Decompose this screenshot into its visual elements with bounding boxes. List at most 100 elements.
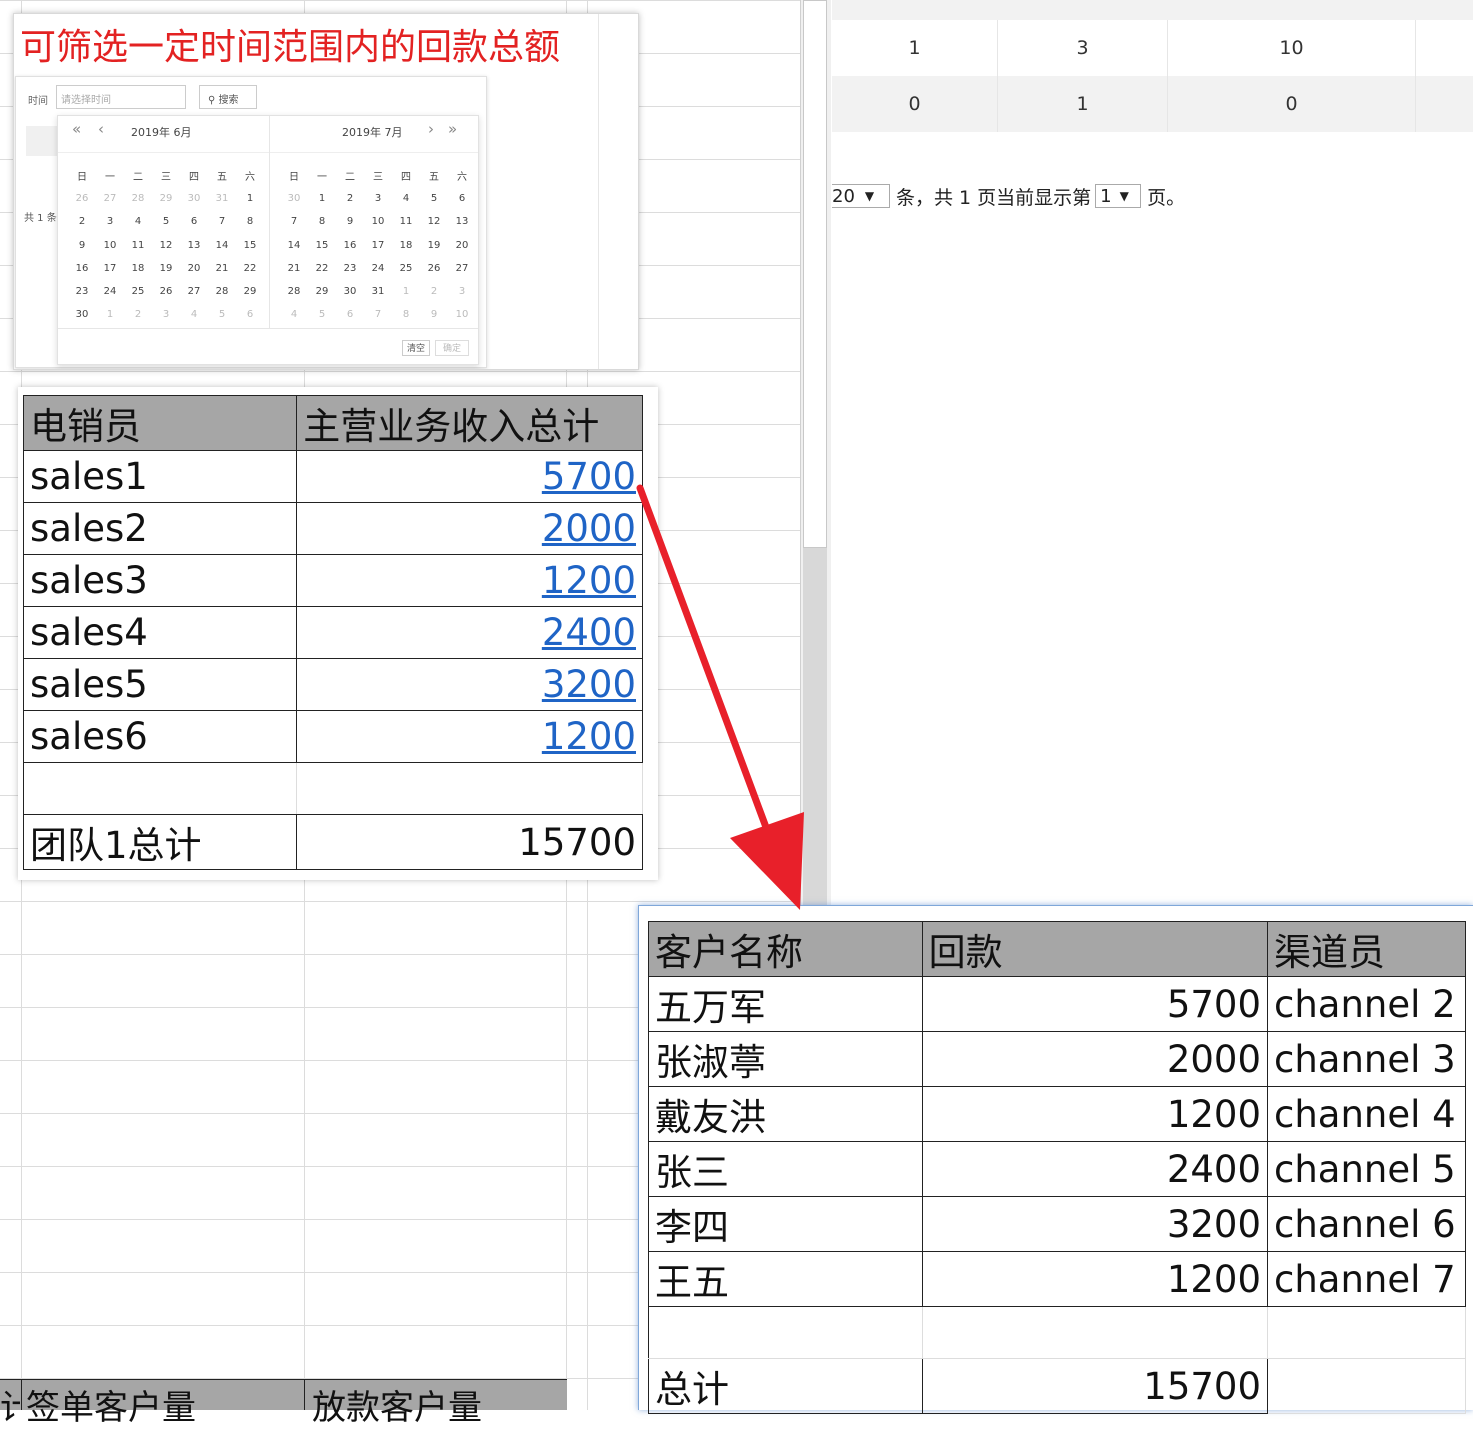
calendar-day[interactable]: 4 <box>392 193 420 204</box>
calendar-day[interactable]: 21 <box>208 263 236 274</box>
scrollbar-track[interactable] <box>803 548 827 905</box>
time-range-input[interactable]: 请选择时间 <box>56 85 186 109</box>
calendar-day[interactable]: 3 <box>448 286 476 297</box>
calendar-day[interactable]: 6 <box>448 193 476 204</box>
calendar-day[interactable]: 24 <box>96 286 124 297</box>
calendar-day[interactable]: 4 <box>180 309 208 320</box>
calendar-day[interactable]: 18 <box>392 240 420 251</box>
page-number-select[interactable]: 1 ▼ <box>1095 184 1142 208</box>
calendar-day[interactable]: 9 <box>420 309 448 320</box>
calendar-day[interactable]: 25 <box>392 263 420 274</box>
revenue-link[interactable]: 3200 <box>296 658 643 711</box>
calendar-day[interactable]: 4 <box>124 216 152 227</box>
next-year-icon[interactable]: » <box>448 120 457 138</box>
calendar-day[interactable]: 5 <box>308 309 336 320</box>
calendar-day[interactable]: 8 <box>308 216 336 227</box>
prev-year-icon[interactable]: « <box>72 120 81 138</box>
calendar-day[interactable]: 4 <box>280 309 308 320</box>
calendar-day[interactable]: 13 <box>180 240 208 251</box>
calendar-day[interactable]: 15 <box>236 240 264 251</box>
calendar-day[interactable]: 30 <box>336 286 364 297</box>
calendar-day[interactable]: 27 <box>96 193 124 204</box>
calendar-day[interactable]: 12 <box>420 216 448 227</box>
calendar-day[interactable]: 8 <box>392 309 420 320</box>
calendar-day[interactable]: 10 <box>364 216 392 227</box>
calendar-day[interactable]: 29 <box>308 286 336 297</box>
calendar-day[interactable]: 26 <box>68 193 96 204</box>
calendar-day[interactable]: 14 <box>280 240 308 251</box>
calendar-day[interactable]: 5 <box>152 216 180 227</box>
calendar-day[interactable]: 17 <box>364 240 392 251</box>
search-button[interactable]: ⚲ 搜索 <box>199 85 257 109</box>
calendar-day[interactable]: 28 <box>208 286 236 297</box>
calendar-day[interactable]: 5 <box>208 309 236 320</box>
revenue-link[interactable]: 1200 <box>296 710 643 763</box>
calendar-day[interactable]: 6 <box>180 216 208 227</box>
calendar-day[interactable]: 11 <box>392 216 420 227</box>
calendar-day[interactable]: 29 <box>236 286 264 297</box>
revenue-link[interactable]: 2000 <box>296 502 643 555</box>
calendar-day[interactable]: 16 <box>336 240 364 251</box>
revenue-link[interactable]: 2400 <box>296 606 643 659</box>
calendar-day[interactable]: 14 <box>208 240 236 251</box>
calendar-day[interactable]: 3 <box>152 309 180 320</box>
calendar-day[interactable]: 18 <box>124 263 152 274</box>
prev-month-icon[interactable]: ‹ <box>98 120 104 138</box>
calendar-day[interactable]: 26 <box>152 286 180 297</box>
calendar-day[interactable]: 6 <box>236 309 264 320</box>
calendar-day[interactable]: 21 <box>280 263 308 274</box>
calendar-day[interactable]: 19 <box>420 240 448 251</box>
calendar-day[interactable]: 23 <box>336 263 364 274</box>
calendar-day[interactable]: 1 <box>392 286 420 297</box>
calendar-day[interactable]: 31 <box>208 193 236 204</box>
next-month-icon[interactable]: › <box>428 120 434 138</box>
calendar-day[interactable]: 30 <box>68 309 96 320</box>
calendar-day[interactable]: 15 <box>308 240 336 251</box>
calendar-day[interactable]: 27 <box>180 286 208 297</box>
calendar-day[interactable]: 22 <box>308 263 336 274</box>
calendar-day[interactable]: 8 <box>236 216 264 227</box>
calendar-day[interactable]: 23 <box>68 286 96 297</box>
calendar-day[interactable]: 5 <box>420 193 448 204</box>
calendar-day[interactable]: 1 <box>96 309 124 320</box>
calendar-day[interactable]: 20 <box>448 240 476 251</box>
calendar-day[interactable]: 2 <box>124 309 152 320</box>
calendar-day[interactable]: 31 <box>364 286 392 297</box>
calendar-day[interactable]: 2 <box>420 286 448 297</box>
page-size-select[interactable]: 20 ▼ <box>832 184 890 208</box>
calendar-day[interactable]: 22 <box>236 263 264 274</box>
calendar-day[interactable]: 27 <box>448 263 476 274</box>
calendar-day[interactable]: 9 <box>336 216 364 227</box>
calendar-day[interactable]: 20 <box>180 263 208 274</box>
calendar-day[interactable]: 28 <box>280 286 308 297</box>
calendar-day[interactable]: 30 <box>180 193 208 204</box>
calendar-day[interactable]: 30 <box>280 193 308 204</box>
calendar-day[interactable]: 1 <box>308 193 336 204</box>
calendar-day[interactable]: 3 <box>96 216 124 227</box>
calendar-day[interactable]: 3 <box>364 193 392 204</box>
calendar-day[interactable]: 9 <box>68 240 96 251</box>
calendar-day[interactable]: 10 <box>96 240 124 251</box>
calendar-day[interactable]: 11 <box>124 240 152 251</box>
calendar-day[interactable]: 12 <box>152 240 180 251</box>
calendar-day[interactable]: 19 <box>152 263 180 274</box>
calendar-day[interactable]: 17 <box>96 263 124 274</box>
calendar-day[interactable]: 1 <box>236 193 264 204</box>
calendar-day[interactable]: 10 <box>448 309 476 320</box>
clear-button[interactable]: 清空 <box>402 340 430 356</box>
calendar-day[interactable]: 29 <box>152 193 180 204</box>
calendar-day[interactable]: 25 <box>124 286 152 297</box>
confirm-button[interactable]: 确定 <box>435 340 469 356</box>
calendar-day[interactable]: 2 <box>68 216 96 227</box>
calendar-day[interactable]: 16 <box>68 263 96 274</box>
calendar-day[interactable]: 7 <box>364 309 392 320</box>
calendar-day[interactable]: 7 <box>280 216 308 227</box>
revenue-link[interactable]: 5700 <box>296 450 643 503</box>
calendar-day[interactable]: 13 <box>448 216 476 227</box>
calendar-day[interactable]: 7 <box>208 216 236 227</box>
scrollbar-thumb[interactable] <box>803 0 827 548</box>
calendar-day[interactable]: 24 <box>364 263 392 274</box>
calendar-day[interactable]: 6 <box>336 309 364 320</box>
revenue-link[interactable]: 1200 <box>296 554 643 607</box>
calendar-day[interactable]: 28 <box>124 193 152 204</box>
